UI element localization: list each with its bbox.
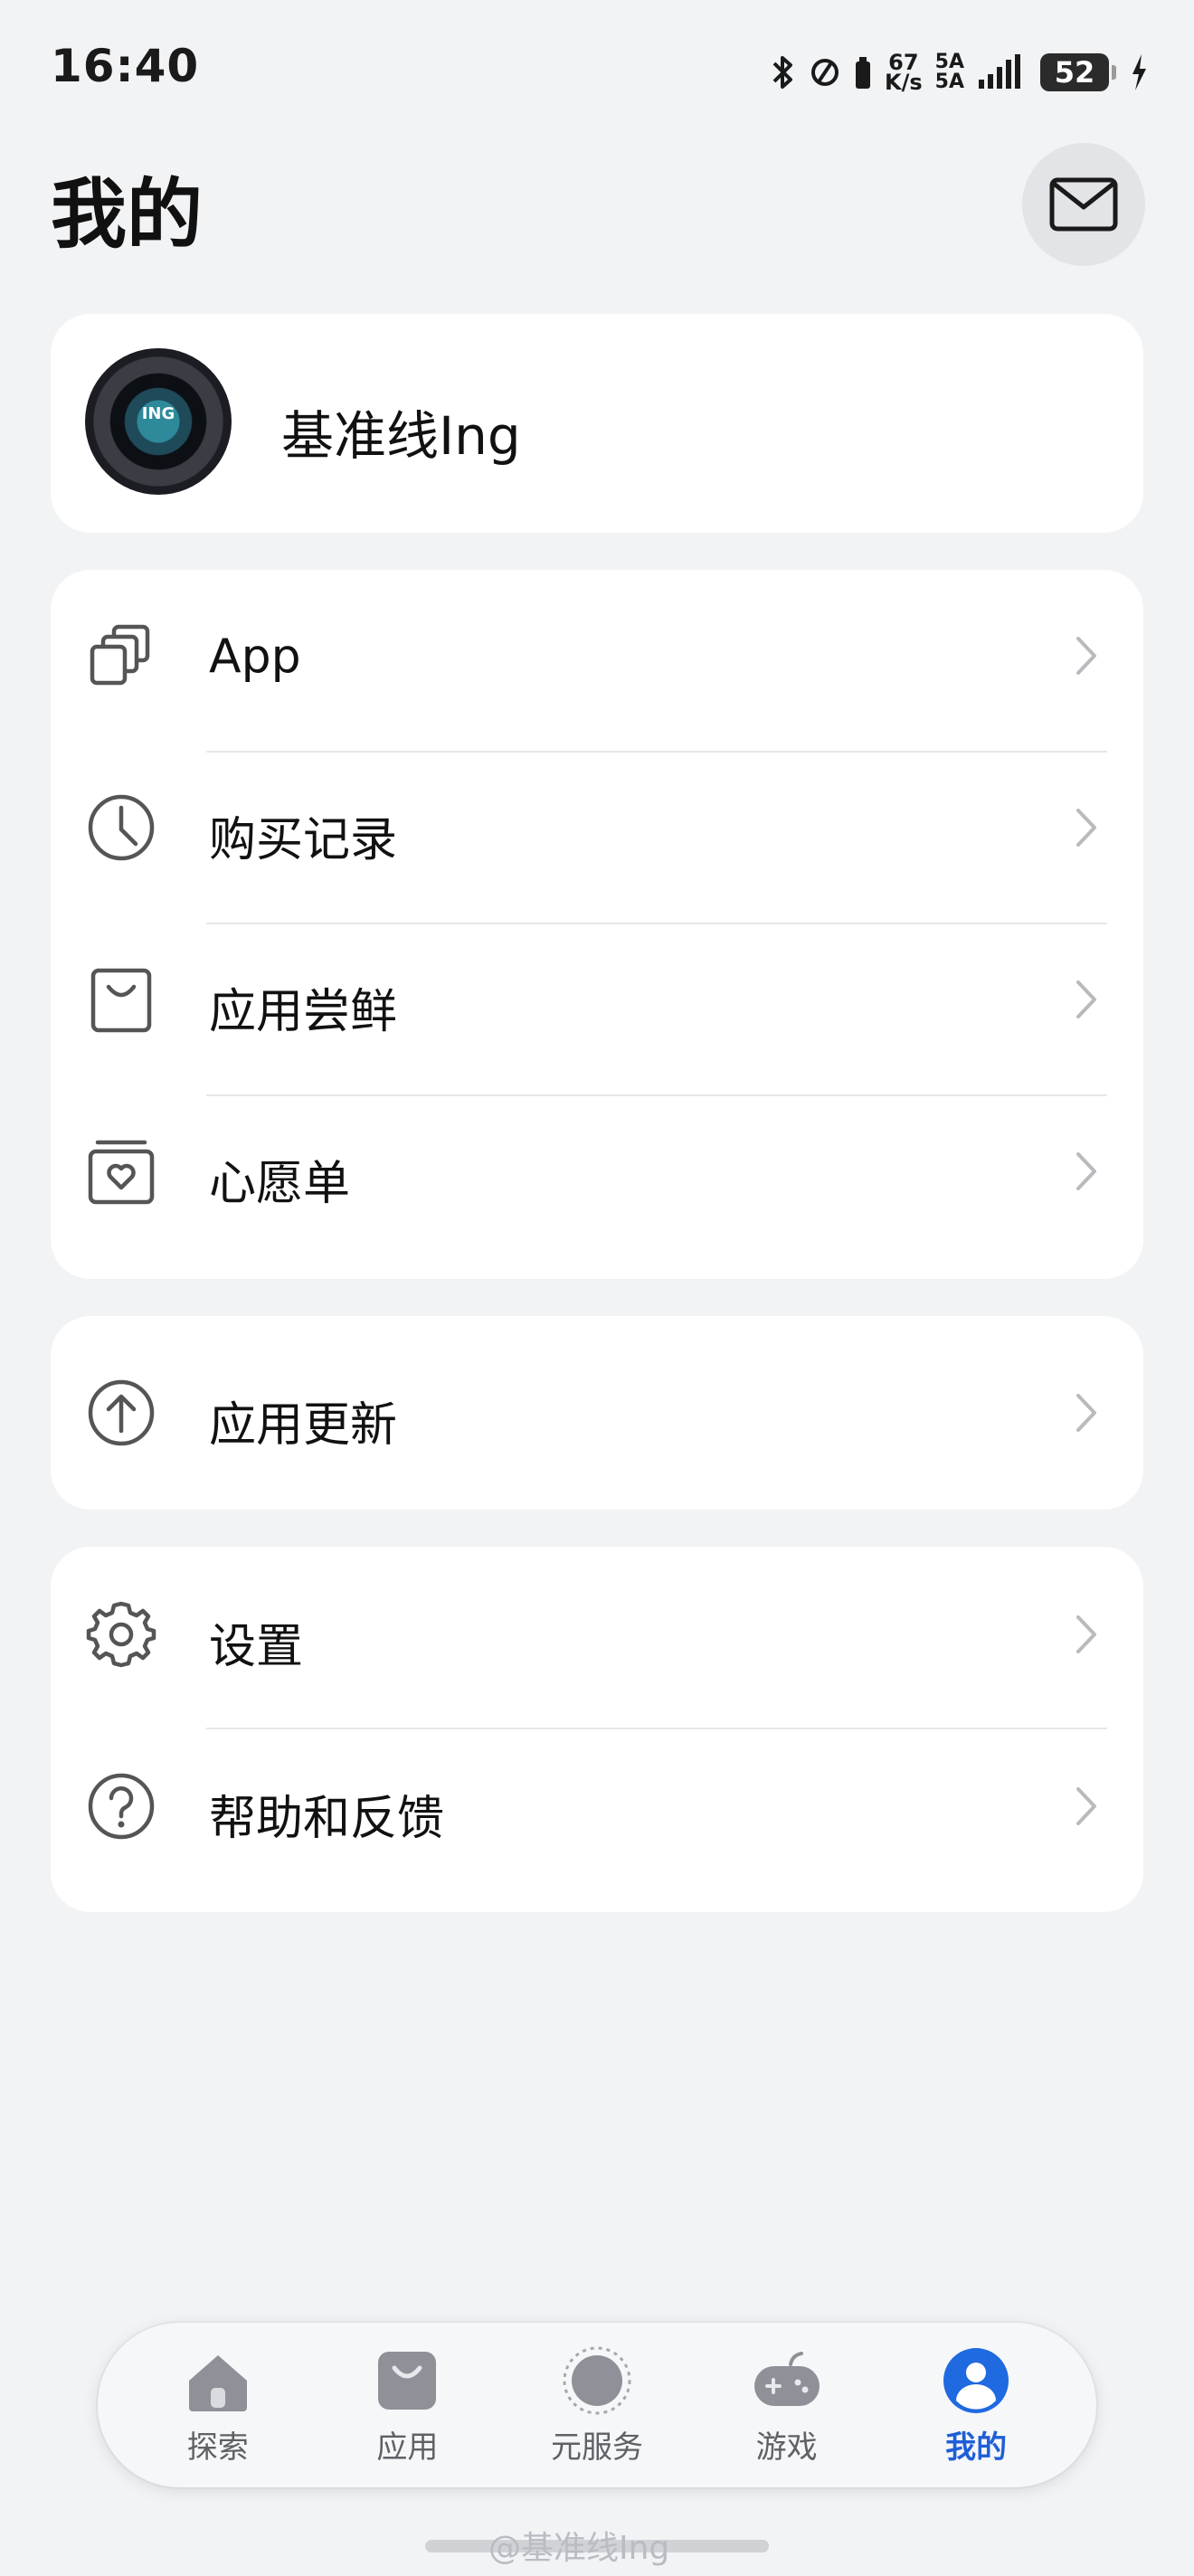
arrow-up-circle-icon	[88, 1379, 155, 1446]
menu-item-settings[interactable]: 设置	[51, 1548, 1143, 1720]
signal-icon	[979, 54, 1020, 89]
chevron-right-icon	[1076, 1152, 1096, 1190]
mail-icon	[1049, 177, 1118, 232]
home-icon	[188, 2354, 247, 2411]
avatar-logo-text: ING	[141, 404, 175, 423]
profile-name: 基准线Ing	[281, 405, 521, 467]
status-time: 16:40	[51, 40, 200, 92]
nfc-icon	[811, 59, 839, 86]
bottom-tab-bar: 探索 应用 元服务 游戏 我的	[98, 2323, 1096, 2487]
gamepad-icon	[753, 2351, 820, 2406]
menu-label-help-feedback: 帮助和反馈	[209, 1792, 445, 1846]
signal-label-2: 5A	[934, 71, 964, 93]
apps-stack-icon	[90, 624, 150, 686]
chevron-right-icon	[1076, 1394, 1096, 1432]
page-title: 我的	[51, 170, 204, 259]
tab-label-mine: 我的	[945, 2429, 1008, 2466]
bag-icon	[378, 2351, 437, 2410]
menu-label-wishlist: 心愿单	[209, 1157, 351, 1211]
profile-card[interactable]: ING 基准线Ing	[51, 314, 1143, 533]
status-icons: 67 K/s 5A 5A 52	[769, 45, 1149, 99]
person-icon	[943, 2347, 1009, 2413]
watermark: @基准线Ing	[488, 2530, 670, 2567]
question-circle-icon	[88, 1773, 155, 1840]
atom-service-icon	[563, 2346, 631, 2414]
battery-cap	[1112, 65, 1116, 80]
battery-level: 52	[1040, 53, 1109, 91]
menu-item-app-trial[interactable]: 应用尝鲜	[51, 914, 1143, 1085]
tab-meta-services[interactable]: 元服务	[507, 2333, 687, 2477]
chevron-right-icon	[1076, 1787, 1096, 1825]
menu-item-purchase-history[interactable]: 购买记录	[51, 742, 1143, 914]
menu-label-settings: 设置	[209, 1620, 304, 1674]
menu-group-1: App 购买记录 应用尝鲜 心愿单	[51, 570, 1143, 1279]
menu-group-2: 应用更新	[51, 1316, 1143, 1510]
tab-games[interactable]: 游戏	[696, 2333, 877, 2477]
battery-saver-icon	[856, 57, 870, 89]
net-speed-unit: K/s	[885, 70, 923, 95]
clock-icon	[88, 794, 155, 861]
tab-mine[interactable]: 我的	[886, 2333, 1066, 2477]
menu-group-3: 设置 帮助和反馈	[51, 1547, 1143, 1912]
bluetooth-icon	[772, 56, 792, 89]
avatar[interactable]: ING	[85, 348, 232, 495]
net-speed: 67 K/s	[885, 52, 923, 95]
signal-labels: 5A 5A	[935, 52, 964, 92]
tab-explore[interactable]: 探索	[128, 2333, 308, 2477]
tab-label-meta-services: 元服务	[550, 2429, 643, 2466]
mail-button[interactable]	[1022, 143, 1145, 266]
chevron-right-icon	[1076, 637, 1096, 675]
menu-item-app[interactable]: App	[51, 570, 1143, 742]
menu-label-app-trial: 应用尝鲜	[209, 985, 398, 1039]
heart-box-icon	[88, 1140, 155, 1205]
chevron-right-icon	[1076, 809, 1096, 847]
menu-label-app-updates: 应用更新	[209, 1398, 398, 1453]
charging-bolt-icon	[1132, 54, 1146, 90]
battery-indicator: 52	[1040, 53, 1116, 91]
shopping-bag-icon	[90, 968, 152, 1033]
chevron-right-icon	[1076, 980, 1096, 1018]
menu-item-help-feedback[interactable]: 帮助和反馈	[51, 1720, 1143, 1892]
menu-label-app: App	[209, 630, 301, 684]
menu-item-app-updates[interactable]: 应用更新	[51, 1327, 1143, 1499]
chevron-right-icon	[1076, 1615, 1096, 1653]
tab-label-explore: 探索	[186, 2429, 249, 2466]
menu-label-purchase-history: 购买记录	[209, 813, 398, 867]
signal-label-1: 5A	[934, 51, 964, 73]
tab-label-games: 游戏	[755, 2429, 818, 2466]
status-bar: 16:40 67 K/s 5A 5A 52	[0, 0, 1194, 136]
tab-apps[interactable]: 应用	[317, 2333, 498, 2477]
tab-label-apps: 应用	[376, 2429, 439, 2466]
gear-icon	[86, 1601, 156, 1668]
menu-item-wishlist[interactable]: 心愿单	[51, 1085, 1143, 1257]
